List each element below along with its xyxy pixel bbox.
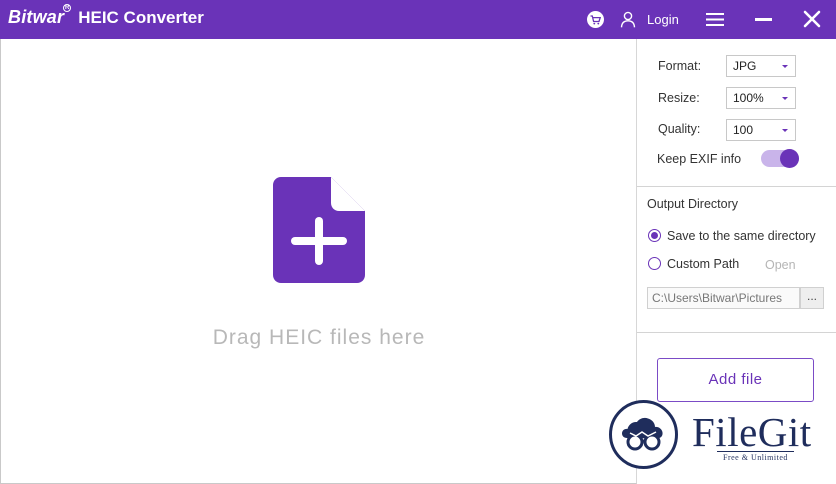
drop-hint: Drag HEIC files here (212, 326, 426, 349)
resize-label: Resize: (658, 91, 700, 105)
add-file-icon[interactable] (273, 177, 365, 283)
toggle-knob (780, 149, 799, 168)
quality-dropdown[interactable]: 100 (726, 119, 796, 141)
quality-value: 100 (733, 123, 754, 137)
output-directory-section: Output Directory Save to the same direct… (637, 187, 836, 333)
login-link[interactable]: Login (647, 12, 679, 27)
caret-down-icon (782, 129, 788, 132)
watermark-name: FileGit (692, 409, 812, 455)
drop-zone[interactable]: Drag HEIC files here (0, 39, 637, 484)
brand: Bitwar R HEIC Converter (8, 4, 204, 28)
exif-label: Keep EXIF info (657, 152, 742, 166)
watermark-tagline: Free & Unlimited (717, 451, 794, 462)
caret-down-icon (782, 65, 788, 68)
watermark-logo-icon (609, 400, 678, 469)
resize-dropdown[interactable]: 100% (726, 87, 796, 109)
radio-custom-path[interactable] (648, 257, 661, 270)
browse-button[interactable]: ... (800, 287, 824, 309)
close-icon[interactable] (803, 10, 821, 28)
radio-same-directory[interactable] (648, 229, 661, 242)
brand-logo-text: Bitwar (8, 7, 65, 27)
quality-label: Quality: (658, 122, 701, 136)
caret-down-icon (782, 97, 788, 100)
cart-icon[interactable] (587, 11, 604, 28)
exif-toggle[interactable] (761, 149, 799, 168)
watermark: FileGit Free & Unlimited (607, 398, 836, 484)
registered-mark: R (63, 4, 72, 12)
brand-logo: Bitwar R (8, 4, 72, 28)
title-bar: Bitwar R HEIC Converter Login (0, 0, 836, 39)
custom-path-label[interactable]: Custom Path (667, 257, 739, 271)
same-directory-label[interactable]: Save to the same directory (667, 229, 816, 243)
app-title: HEIC Converter (78, 8, 204, 27)
user-icon[interactable] (620, 11, 636, 28)
format-value: JPG (733, 59, 757, 73)
format-label: Format: (658, 59, 702, 73)
menu-icon[interactable] (706, 12, 724, 27)
format-dropdown[interactable]: JPG (726, 55, 796, 77)
conversion-settings: Format: JPG Resize: 100% Quality: 100 Ke… (637, 39, 836, 187)
open-link[interactable]: Open (765, 258, 796, 272)
resize-value: 100% (733, 91, 764, 105)
add-file-button[interactable]: Add file (657, 358, 814, 402)
minimize-icon[interactable] (755, 18, 772, 21)
output-directory-title: Output Directory (647, 197, 739, 211)
output-path-input[interactable]: C:\Users\Bitwar\Pictures (647, 287, 800, 309)
